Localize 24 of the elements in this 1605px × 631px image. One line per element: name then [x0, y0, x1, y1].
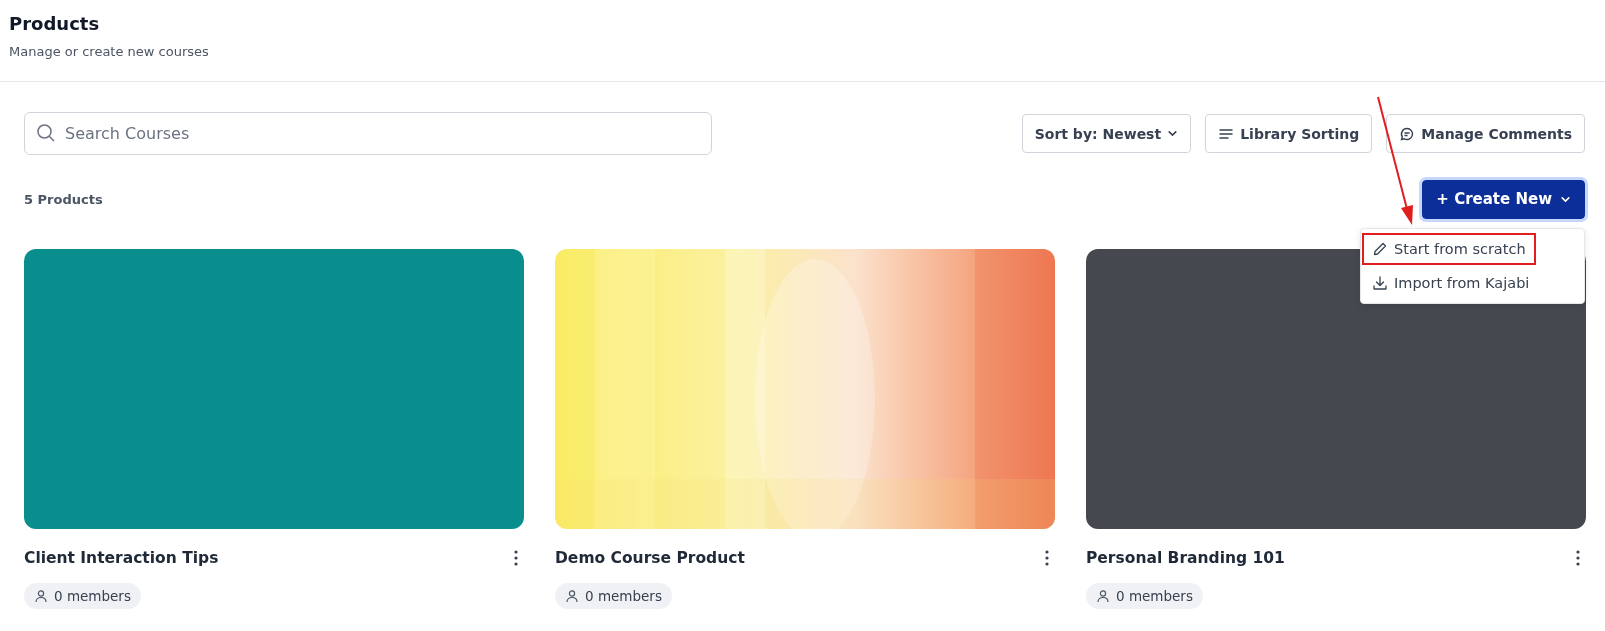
search-field[interactable]: Search Courses [24, 112, 712, 155]
course-title: Client Interaction Tips [24, 549, 219, 567]
members-badge: 0 members [555, 583, 672, 609]
download-icon [1372, 274, 1388, 291]
menu-item[interactable]: Start from scratch [1362, 232, 1536, 265]
person-icon [565, 589, 579, 603]
members-badge: 0 members [1086, 583, 1203, 609]
page-subtitle: Manage or create new courses [9, 44, 210, 59]
person-icon [34, 589, 48, 603]
chevron-down-icon [1167, 128, 1179, 139]
course-title: Personal Branding 101 [1086, 549, 1285, 567]
page-title: Products [9, 13, 101, 34]
search-icon [36, 123, 56, 143]
create-new-button[interactable]: + Create New [1422, 179, 1585, 219]
menu-item[interactable]: Import from Kajabi [1362, 266, 1540, 299]
person-icon [1096, 589, 1110, 603]
product-count: 5 Products [24, 191, 103, 207]
members-badge: 0 members [24, 583, 141, 609]
comment-icon [1399, 125, 1416, 142]
pencil-icon [1372, 240, 1388, 257]
toolbar-button[interactable]: Manage Comments [1386, 114, 1585, 153]
course-title: Demo Course Product [555, 549, 745, 567]
toolbar-button[interactable]: Library Sorting [1205, 114, 1373, 153]
toolbar-button[interactable]: Sort by: Newest [1021, 114, 1192, 153]
